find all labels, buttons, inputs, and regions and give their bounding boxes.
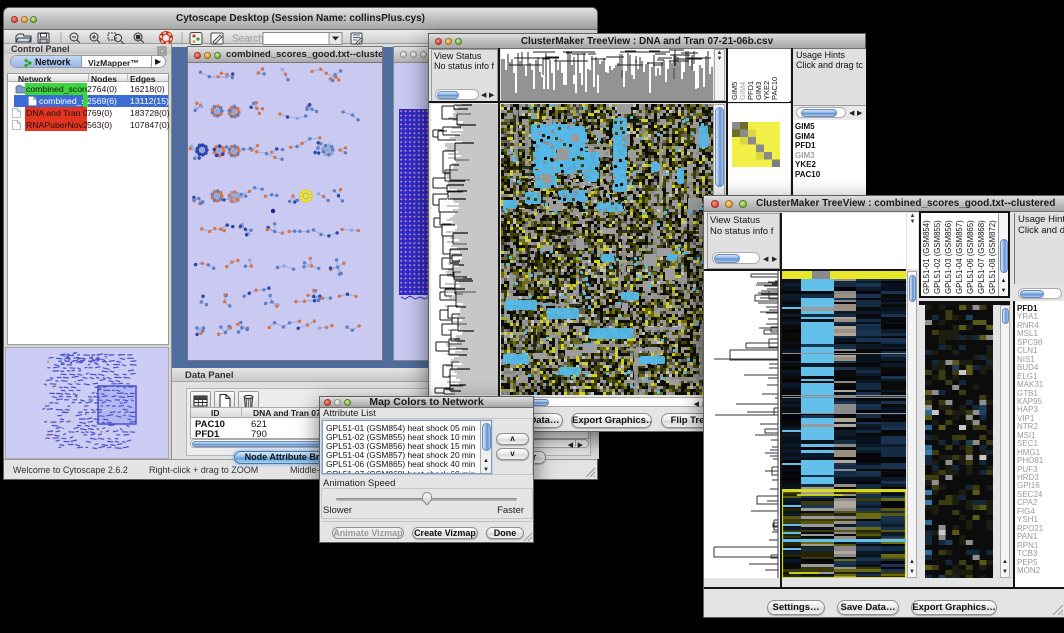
svg-text:GPL51-02 (GSM855): GPL51-02 (GSM855) <box>933 220 942 294</box>
svg-text:GPL51-03 (GSM856): GPL51-03 (GSM856) <box>944 220 953 294</box>
svg-text:GPL51-01 (GSM854): GPL51-01 (GSM854) <box>922 220 931 294</box>
svg-text:Search:: Search: <box>232 34 266 45</box>
svg-text:GPL51-08 (GSM872): GPL51-08 (GSM872) <box>988 220 997 294</box>
svg-text:GPL51-06 (GSM865): GPL51-06 (GSM865) <box>966 220 975 294</box>
svg-text:PAC10: PAC10 <box>770 77 779 100</box>
svg-text:GPL51-04 (GSM857): GPL51-04 (GSM857) <box>955 220 964 294</box>
svg-text:GPL51-07 (GSM868): GPL51-07 (GSM868) <box>977 220 986 294</box>
